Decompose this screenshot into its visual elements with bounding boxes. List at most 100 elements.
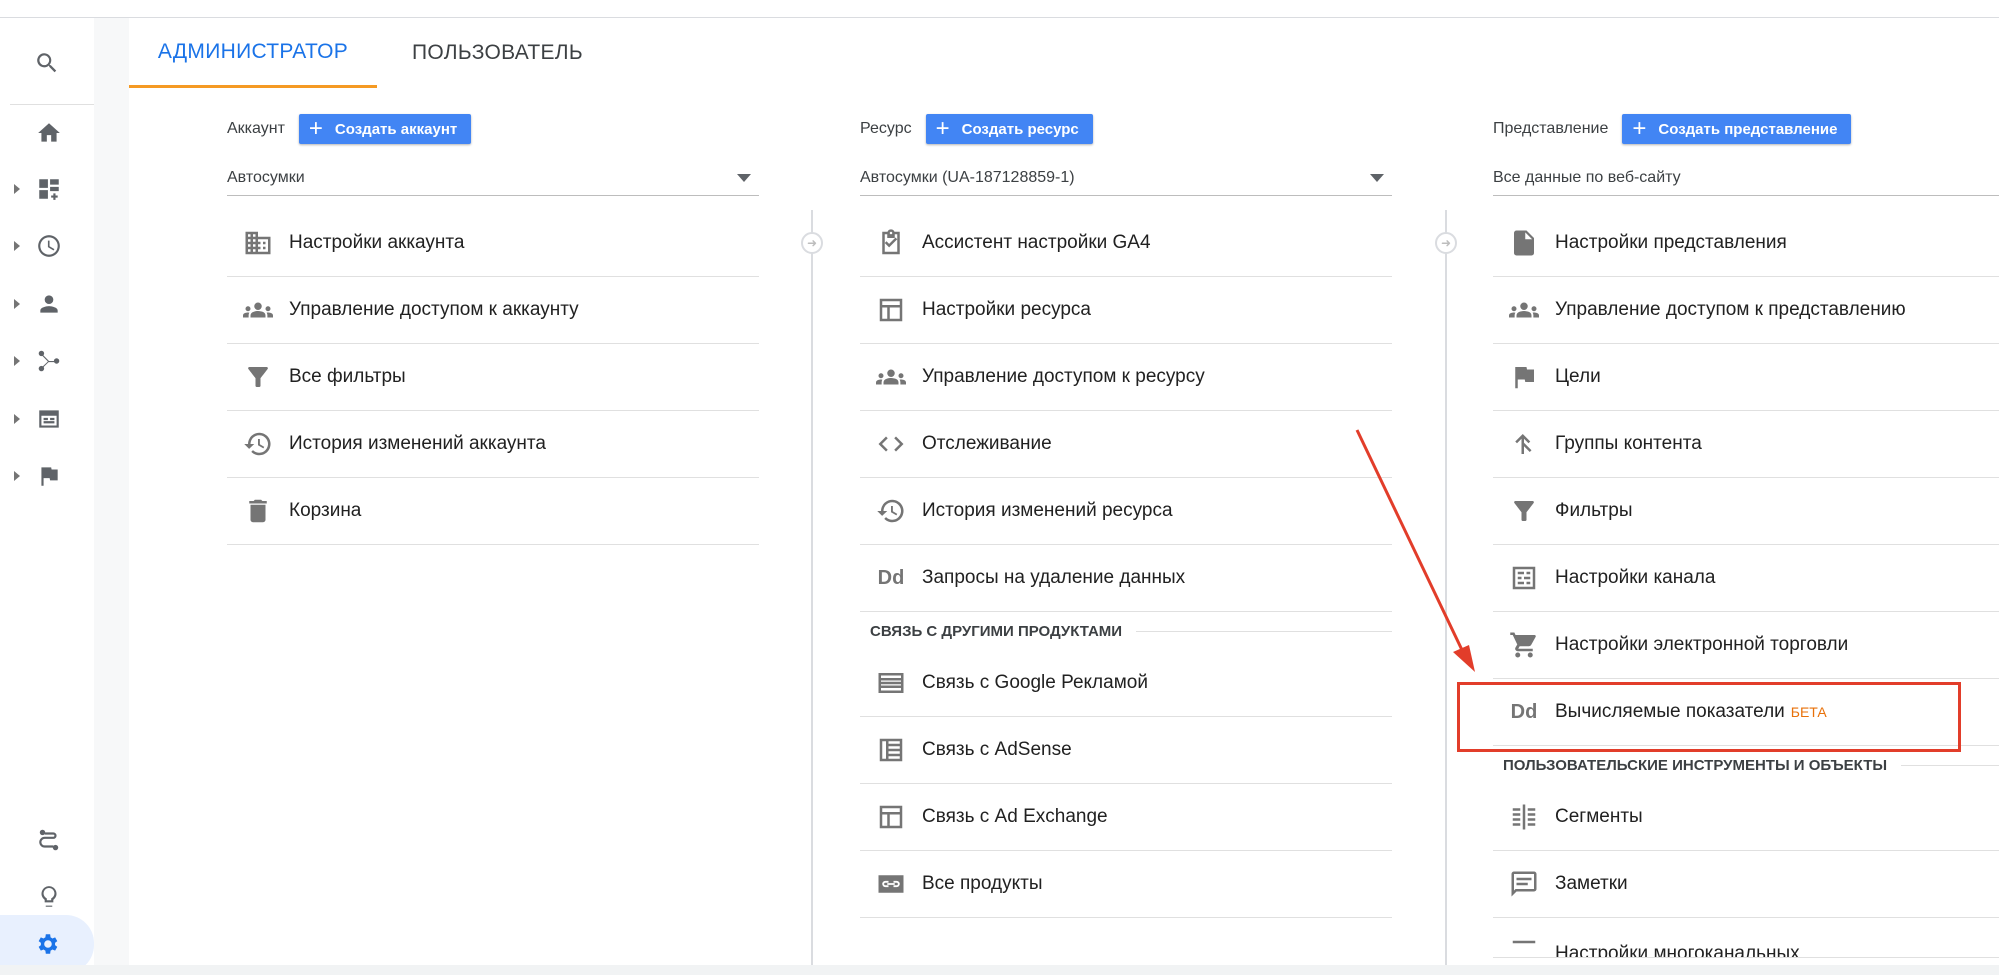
- list-item[interactable]: Все продукты: [860, 851, 1392, 918]
- ads-icon: [860, 668, 922, 698]
- chevron-right-icon[interactable]: [14, 299, 20, 309]
- list-item[interactable]: Управление доступом к ресурсу: [860, 344, 1392, 411]
- conversions-flag-icon[interactable]: [24, 451, 74, 501]
- list-item[interactable]: Цели: [1493, 344, 1999, 411]
- notes-icon: [1493, 869, 1555, 899]
- list-item[interactable]: Настройки ресурса: [860, 277, 1392, 344]
- list-item[interactable]: Управление доступом к аккаунту: [227, 277, 759, 344]
- content-group-icon: [1493, 429, 1555, 459]
- chevron-right-icon[interactable]: [14, 471, 20, 481]
- search-icon[interactable]: [0, 38, 94, 88]
- plus-icon: +: [935, 115, 950, 142]
- audience-person-icon[interactable]: [24, 279, 74, 329]
- acquisition-icon[interactable]: [24, 336, 74, 386]
- list-item[interactable]: Настройки аккаунта: [227, 210, 759, 277]
- list-item-label: Корзина: [289, 500, 362, 521]
- chevron-down-icon: [737, 174, 751, 182]
- list-item-label: Настройки аккаунта: [289, 232, 465, 253]
- create-view-button[interactable]: + Создать представление: [1622, 114, 1852, 144]
- filter-icon: [227, 362, 289, 392]
- link-icon: [860, 869, 922, 899]
- list-item[interactable]: Заметки: [1493, 851, 1999, 918]
- list-item-label: Связь с AdSense: [922, 739, 1072, 760]
- chevron-right-icon[interactable]: [14, 356, 20, 366]
- list-item[interactable]: Корзина: [227, 478, 759, 545]
- tab-admin[interactable]: АДМИНИСТРАТОР: [129, 18, 377, 88]
- list-item-label: Группы контента: [1555, 433, 1702, 454]
- account-column: Аккаунт + Создать аккаунт Автосумки Наст…: [129, 88, 759, 965]
- list-item[interactable]: Настройки представления: [1493, 210, 1999, 277]
- list-item[interactable]: Связь с Ad Exchange: [860, 784, 1392, 851]
- list-item[interactable]: Управление доступом к представлению: [1493, 277, 1999, 344]
- list-item[interactable]: Ассистент настройки GA4: [860, 210, 1392, 277]
- adexchange-icon: [860, 802, 922, 832]
- property-column: Ресурс + Создать ресурс Автосумки (UA-18…: [762, 88, 1392, 965]
- property-column-header: Ресурс + Создать ресурс: [860, 114, 1093, 144]
- people-icon: [227, 295, 289, 325]
- people-icon: [1493, 295, 1555, 325]
- adsense-icon: [860, 735, 922, 765]
- list-item[interactable]: История изменений ресурса: [860, 478, 1392, 545]
- document-icon: [1493, 228, 1555, 258]
- admin-columns: Аккаунт + Создать аккаунт Автосумки Наст…: [129, 88, 1999, 965]
- list-item[interactable]: Отслеживание: [860, 411, 1392, 478]
- view-items: Настройки представления Управление досту…: [1493, 210, 1999, 958]
- view-select[interactable]: Все данные по веб-сайту: [1493, 161, 1999, 196]
- segments-icon: [1493, 802, 1555, 832]
- list-item[interactable]: Сегменты: [1493, 784, 1999, 851]
- list-item[interactable]: Dd Запросы на удаление данных: [860, 545, 1392, 612]
- people-icon: [860, 362, 922, 392]
- list-item[interactable]: Настройки многоканальных: [1493, 918, 1999, 958]
- list-item-label: Настройки многоканальных: [1555, 943, 1800, 958]
- behavior-window-icon[interactable]: [24, 394, 74, 444]
- view-column-header: Представление + Создать представление: [1493, 114, 1852, 144]
- list-item[interactable]: Группы контента: [1493, 411, 1999, 478]
- list-item-label: Настройки электронной торговли: [1555, 634, 1849, 655]
- trash-icon: [227, 496, 289, 526]
- section-heading: СВЯЗЬ С ДРУГИМИ ПРОДУКТАМИ: [860, 612, 1392, 650]
- chevron-right-icon[interactable]: [14, 414, 20, 424]
- section-heading-label: СВЯЗЬ С ДРУГИМИ ПРОДУКТАМИ: [870, 622, 1123, 640]
- dashboard-icon[interactable]: [24, 164, 74, 214]
- property-select[interactable]: Автосумки (UA-187128859-1): [860, 161, 1392, 196]
- flag-icon: [1493, 362, 1555, 392]
- annotation-highlight-box: [1457, 682, 1961, 752]
- list-item[interactable]: История изменений аккаунта: [227, 411, 759, 478]
- account-select[interactable]: Автосумки: [227, 161, 759, 196]
- chevron-down-icon: [1370, 174, 1384, 182]
- tab-user[interactable]: ПОЛЬЗОВАТЕЛЬ: [412, 18, 583, 88]
- create-account-button[interactable]: + Создать аккаунт: [298, 114, 472, 144]
- account-items: Настройки аккаунта Управление доступом к…: [227, 210, 759, 545]
- layout-icon: [860, 295, 922, 325]
- attribution-path-icon[interactable]: [24, 815, 74, 865]
- section-divider: [1136, 630, 1392, 632]
- history-icon: [227, 429, 289, 459]
- clipboard-check-icon: [860, 228, 922, 258]
- view-label: Представление: [1493, 120, 1609, 137]
- list-item[interactable]: Все фильтры: [227, 344, 759, 411]
- top-bar: [0, 0, 1999, 18]
- list-item-label: Цели: [1555, 366, 1601, 387]
- section-divider: [1901, 764, 1999, 766]
- list-item-label: Настройки канала: [1555, 567, 1716, 588]
- create-property-button[interactable]: + Создать ресурс: [925, 114, 1093, 144]
- realtime-clock-icon[interactable]: [24, 221, 74, 271]
- dd-icon: Dd: [877, 566, 905, 589]
- list-item-label: Сегменты: [1555, 806, 1643, 827]
- list-item[interactable]: Связь с Google Рекламой: [860, 650, 1392, 717]
- list-item[interactable]: Настройки канала: [1493, 545, 1999, 612]
- home-icon[interactable]: [24, 108, 74, 158]
- list-item-label: Фильтры: [1555, 500, 1633, 521]
- channel-icon: [1493, 563, 1555, 593]
- list-item[interactable]: Настройки электронной торговли: [1493, 612, 1999, 679]
- chevron-right-icon[interactable]: [14, 241, 20, 251]
- list-item[interactable]: Фильтры: [1493, 478, 1999, 545]
- list-item-label: Заметки: [1555, 873, 1628, 894]
- list-item-label: Управление доступом к представлению: [1555, 299, 1906, 320]
- property-items: Ассистент настройки GA4 Настройки ресурс…: [860, 210, 1392, 918]
- list-item[interactable]: Связь с AdSense: [860, 717, 1392, 784]
- list-item-label: Отслеживание: [922, 433, 1052, 454]
- list-item-label: Связь с Google Рекламой: [922, 672, 1148, 693]
- chevron-right-icon[interactable]: [14, 184, 20, 194]
- admin-main: АДМИНИСТРАТОР ПОЛЬЗОВАТЕЛЬ Аккаунт + Соз…: [129, 18, 1999, 965]
